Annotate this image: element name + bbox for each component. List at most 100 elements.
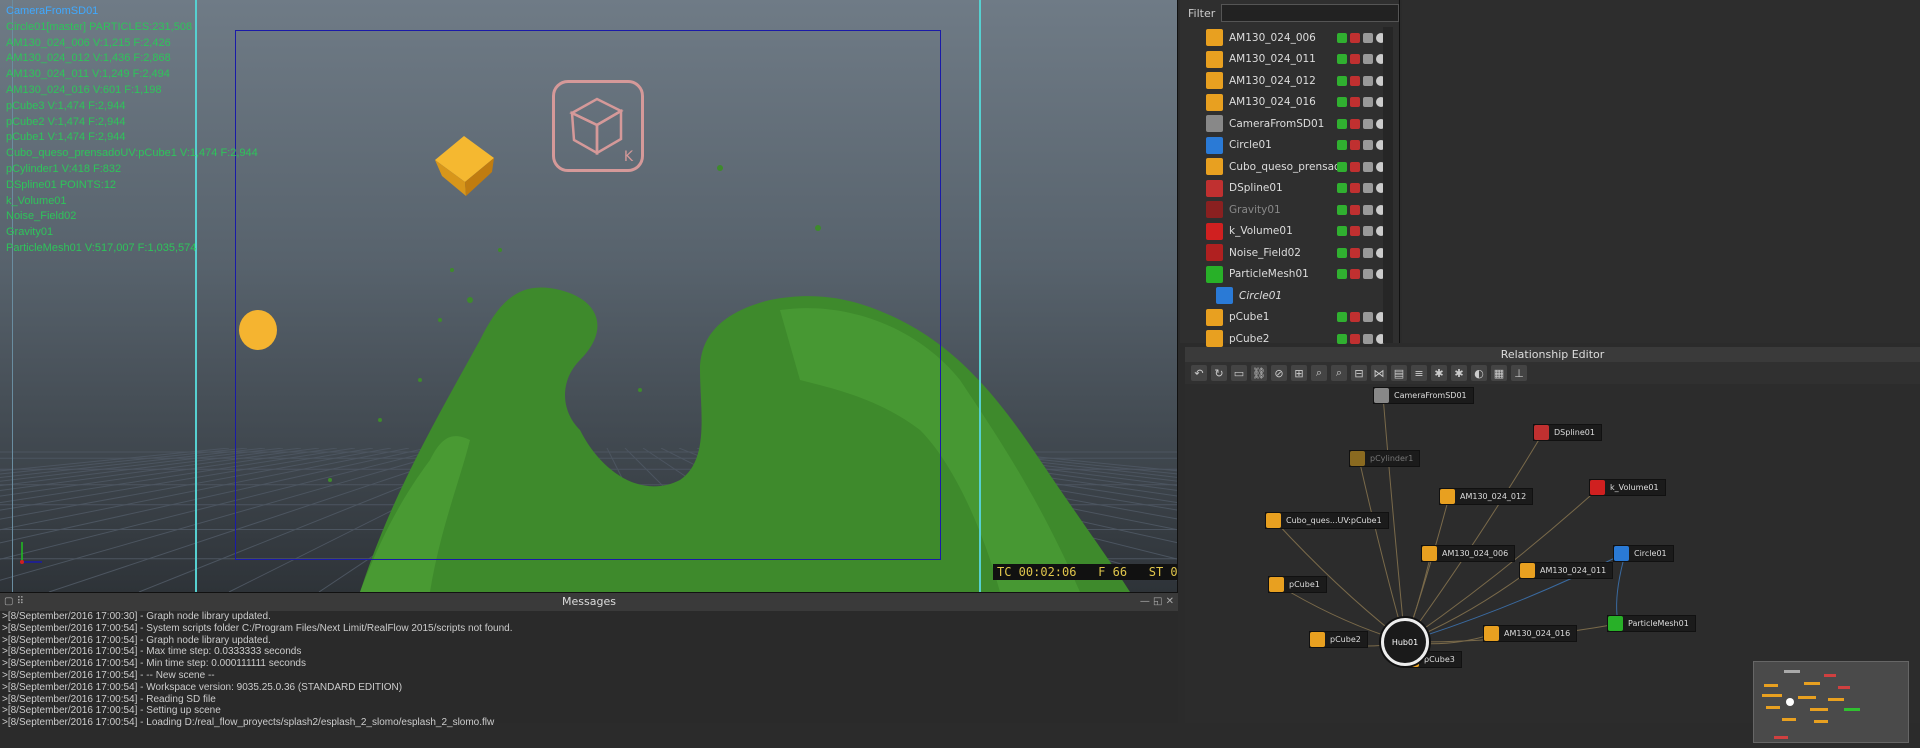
- export-toggle-icon[interactable]: [1350, 75, 1360, 86]
- outliner-node[interactable]: CameraFromSD01: [1190, 113, 1390, 135]
- export-toggle-icon[interactable]: [1350, 269, 1360, 280]
- hub-node[interactable]: Hub01: [1381, 618, 1429, 666]
- outliner-node[interactable]: AM130_024_012: [1190, 70, 1390, 92]
- daemon-filter-icon[interactable]: ✱: [1451, 365, 1467, 381]
- zoom-selection-icon[interactable]: ⌕: [1331, 365, 1347, 381]
- simulate-toggle-icon[interactable]: [1337, 333, 1347, 344]
- visibility-toggle-icon[interactable]: [1363, 204, 1373, 215]
- node-list[interactable]: AM130_024_006 AM130_024_011 AM130_024_012 A…: [1190, 27, 1390, 348]
- graph-node[interactable]: AM130_024_006: [1421, 545, 1516, 562]
- undo-icon[interactable]: ↶: [1191, 365, 1207, 381]
- visibility-toggle-icon[interactable]: [1363, 312, 1373, 323]
- axis-icon[interactable]: ⊥: [1511, 365, 1527, 381]
- simulate-toggle-icon[interactable]: [1337, 247, 1347, 258]
- graph-node[interactable]: Circle01: [1613, 545, 1674, 562]
- simulate-toggle-icon[interactable]: [1337, 312, 1347, 323]
- simulate-toggle-icon[interactable]: [1337, 97, 1347, 108]
- unlink-icon[interactable]: ⊘: [1271, 365, 1287, 381]
- graph-node[interactable]: AM130_024_016: [1483, 625, 1578, 642]
- stat-line: pCube2 V:1,474 F:2,944: [6, 115, 126, 128]
- emitter-filter-icon[interactable]: ✱: [1431, 365, 1447, 381]
- panel-window-controls[interactable]: — ◱ ✕: [1140, 593, 1174, 611]
- outliner-node[interactable]: Cubo_queso_prensad...: [1190, 156, 1390, 178]
- visibility-toggle-icon[interactable]: [1363, 75, 1373, 86]
- simulate-toggle-icon[interactable]: [1337, 140, 1347, 151]
- simulate-toggle-icon[interactable]: [1337, 183, 1347, 194]
- outliner-node[interactable]: ParticleMesh01: [1190, 264, 1390, 286]
- cube-icon: [1422, 546, 1437, 561]
- filter-input[interactable]: [1221, 4, 1399, 22]
- simulate-toggle-icon[interactable]: [1337, 269, 1347, 280]
- messages-list[interactable]: >[8/September/2016 17:00:30] - Graph nod…: [0, 611, 1178, 729]
- simulate-toggle-icon[interactable]: [1337, 32, 1347, 43]
- layout-icon[interactable]: ⊞: [1291, 365, 1307, 381]
- relationship-graph[interactable]: CameraFromSD01 DSpline01 pCylinder1 AM130_0…: [1185, 384, 1920, 743]
- export-toggle-icon[interactable]: [1350, 312, 1360, 323]
- filter-icon[interactable]: ≡: [1411, 365, 1427, 381]
- export-toggle-icon[interactable]: [1350, 183, 1360, 194]
- outliner-node[interactable]: AM130_024_016: [1190, 92, 1390, 114]
- visibility-toggle-icon[interactable]: [1363, 97, 1373, 108]
- outliner-node[interactable]: Circle01: [1190, 135, 1390, 157]
- simulate-toggle-icon[interactable]: [1337, 161, 1347, 172]
- simulate-toggle-icon[interactable]: [1337, 226, 1347, 237]
- outliner-node[interactable]: AM130_024_006: [1190, 27, 1390, 49]
- outliner-node[interactable]: DSpline01: [1190, 178, 1390, 200]
- visibility-toggle-icon[interactable]: [1363, 54, 1373, 65]
- graph-minimap[interactable]: [1753, 661, 1909, 743]
- graph-node[interactable]: pCube2: [1309, 631, 1368, 648]
- export-toggle-icon[interactable]: [1350, 97, 1360, 108]
- export-toggle-icon[interactable]: [1350, 204, 1360, 215]
- simulate-toggle-icon[interactable]: [1337, 118, 1347, 129]
- outliner-node[interactable]: Gravity01: [1190, 199, 1390, 221]
- outliner-node[interactable]: pCube1: [1190, 307, 1390, 329]
- export-toggle-icon[interactable]: [1350, 32, 1360, 43]
- graph-node[interactable]: DSpline01: [1533, 424, 1602, 441]
- export-toggle-icon[interactable]: [1350, 161, 1360, 172]
- visibility-toggle-icon[interactable]: [1363, 247, 1373, 258]
- outliner-node[interactable]: k_Volume01: [1190, 221, 1390, 243]
- visibility-toggle-icon[interactable]: [1363, 333, 1373, 344]
- cube-icon: [1206, 93, 1223, 111]
- visibility-toggle-icon[interactable]: [1363, 183, 1373, 194]
- graph-node[interactable]: pCylinder1: [1349, 450, 1421, 467]
- outliner-node[interactable]: Circle01: [1190, 285, 1390, 307]
- link-icon[interactable]: ⛓: [1251, 365, 1267, 381]
- simulate-toggle-icon[interactable]: [1337, 75, 1347, 86]
- page-icon[interactable]: ▭: [1231, 365, 1247, 381]
- mesh-filter-icon[interactable]: ◐: [1471, 365, 1487, 381]
- export-toggle-icon[interactable]: [1350, 54, 1360, 65]
- visibility-toggle-icon[interactable]: [1363, 118, 1373, 129]
- graph-node[interactable]: ParticleMesh01: [1607, 615, 1696, 632]
- visibility-toggle-icon[interactable]: [1363, 32, 1373, 43]
- visibility-toggle-icon[interactable]: [1363, 269, 1373, 280]
- graph-node[interactable]: AM130_024_011: [1519, 562, 1614, 579]
- export-toggle-icon[interactable]: [1350, 140, 1360, 151]
- graph-node[interactable]: pCube1: [1268, 576, 1327, 593]
- 3d-viewport[interactable]: K CameraFromSD01 Circle01[master] PARTICL…: [0, 0, 1178, 592]
- graph-node[interactable]: AM130_024_012: [1439, 488, 1534, 505]
- visibility-toggle-icon[interactable]: [1363, 140, 1373, 151]
- export-toggle-icon[interactable]: [1350, 118, 1360, 129]
- panel-grip-icon[interactable]: ▢ ⠿: [4, 593, 24, 611]
- visibility-toggle-icon[interactable]: [1363, 226, 1373, 237]
- outliner-node[interactable]: AM130_024_011: [1190, 49, 1390, 71]
- refresh-icon[interactable]: ↻: [1211, 365, 1227, 381]
- zoom-fit-icon[interactable]: ⌕: [1311, 365, 1327, 381]
- simulate-toggle-icon[interactable]: [1337, 54, 1347, 65]
- graph-node[interactable]: k_Volume01: [1589, 479, 1666, 496]
- message-line: >[8/September/2016 17:00:54] - -- New sc…: [2, 669, 215, 681]
- grid-view-icon[interactable]: ▦: [1491, 365, 1507, 381]
- export-toggle-icon[interactable]: [1350, 247, 1360, 258]
- graph-node[interactable]: Cubo_ques...UV:pCube1: [1265, 512, 1389, 529]
- graph-node[interactable]: CameraFromSD01: [1373, 387, 1474, 404]
- export-toggle-icon[interactable]: [1350, 226, 1360, 237]
- simulate-toggle-icon[interactable]: [1337, 204, 1347, 215]
- visibility-toggle-icon[interactable]: [1363, 161, 1373, 172]
- folder-icon[interactable]: ▤: [1391, 365, 1407, 381]
- hierarchy-icon[interactable]: ⊟: [1351, 365, 1367, 381]
- outliner-scrollbar[interactable]: [1383, 27, 1393, 343]
- export-toggle-icon[interactable]: [1350, 333, 1360, 344]
- connect-icon[interactable]: ⋈: [1371, 365, 1387, 381]
- outliner-node[interactable]: Noise_Field02: [1190, 242, 1390, 264]
